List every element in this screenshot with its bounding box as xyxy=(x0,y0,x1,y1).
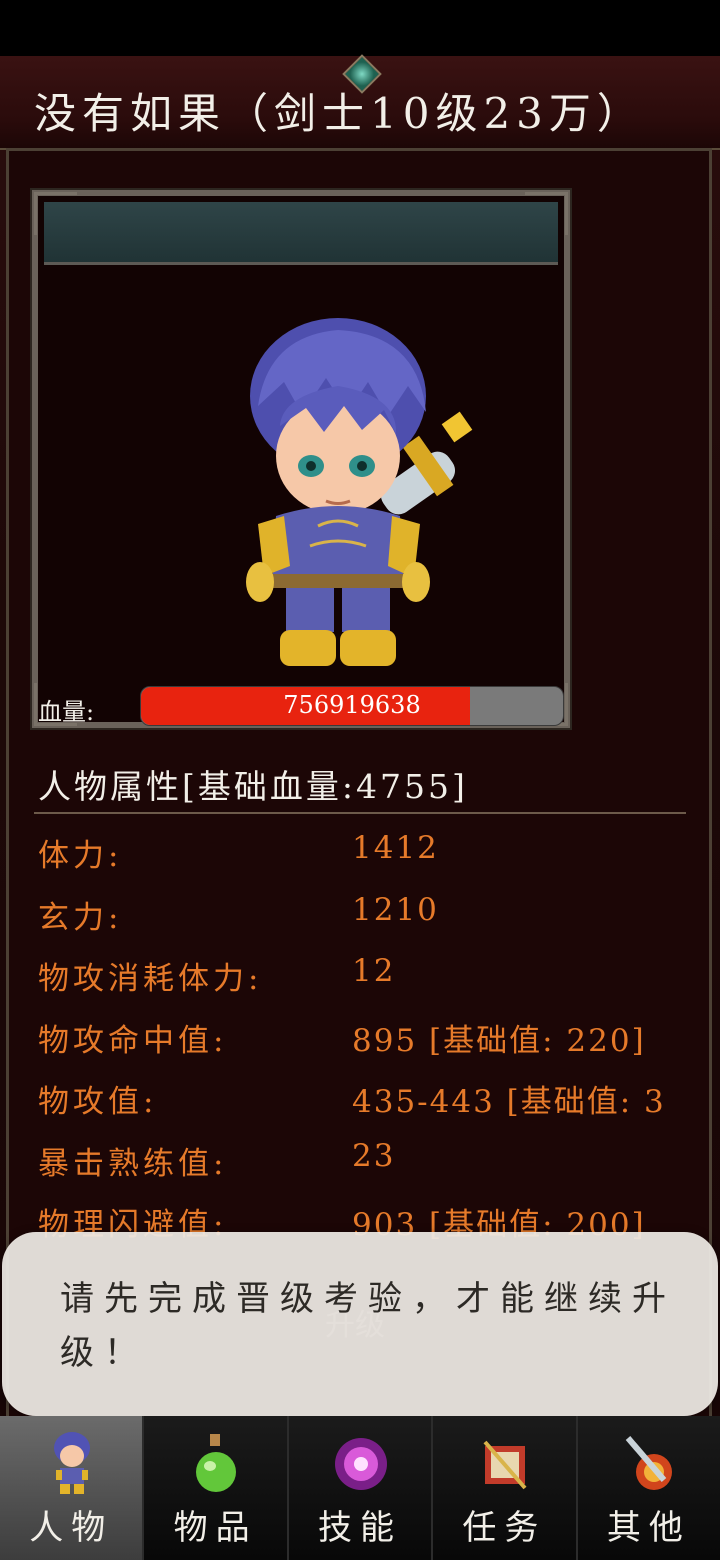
skill-orb-icon xyxy=(334,1438,387,1490)
tab-skills[interactable]: 技能 xyxy=(288,1416,434,1560)
tab-other[interactable]: 其他 xyxy=(577,1416,720,1560)
attribute-name: 物攻值: xyxy=(38,1084,158,1120)
attributes-divider xyxy=(34,812,686,814)
attribute-name: 玄力: xyxy=(38,899,123,936)
game-screen: 没有如果（剑士10级23万） 血量: 756919638 人物属性[基础血量:4… xyxy=(0,0,720,1560)
attribute-row: 暴击熟练值: 23 xyxy=(38,1134,688,1196)
attribute-row: 体力: 1412 xyxy=(38,826,688,888)
attribute-value: 1412 xyxy=(352,830,439,866)
attribute-name: 物攻消耗体力: xyxy=(38,961,263,997)
attributes-header: 人物属性[基础血量:4755] xyxy=(38,767,468,806)
attribute-row: 物攻消耗体力: 12 xyxy=(38,949,688,1011)
swordsman-character-sprite xyxy=(246,318,473,666)
attribute-name: 体力: xyxy=(38,838,123,874)
attribute-row: 物攻命中值: 895 [基础值: 220] xyxy=(38,1011,688,1073)
tab-items[interactable]: 物品 xyxy=(144,1416,289,1560)
tab-label: 人物 xyxy=(29,1508,114,1548)
quest-scroll-icon xyxy=(483,1440,527,1490)
attribute-name: 物攻命中值: xyxy=(38,1022,228,1059)
attribute-row: 物攻值: 435-443 [基础值: 3 xyxy=(38,1072,688,1134)
tab-character[interactable]: 人物 xyxy=(0,1416,145,1560)
tab-label: 技能 xyxy=(318,1508,403,1548)
potion-icon xyxy=(196,1434,237,1492)
attribute-value: 12 xyxy=(352,953,396,989)
tab-label: 物品 xyxy=(173,1508,258,1548)
status-bar xyxy=(0,0,720,56)
attribute-value: 895 [基础值: 220] xyxy=(352,1022,646,1059)
character-icon xyxy=(54,1432,90,1494)
hp-bar: 756919638 xyxy=(140,686,564,726)
character-title: 没有如果（剑士10级23万） xyxy=(34,89,645,138)
attribute-value: 435-443 [基础值: 3 xyxy=(352,1084,666,1120)
frame-corner-ornament xyxy=(34,192,77,235)
tab-quests[interactable]: 任务 xyxy=(433,1416,578,1560)
frame-corner-ornament xyxy=(525,192,568,235)
attribute-value: 1210 xyxy=(352,891,439,928)
attribute-name: 暴击熟练值: xyxy=(38,1145,228,1182)
toast-text: 请先完成晋级考验，才能继续升级！ xyxy=(60,1279,676,1373)
sword-shield-icon xyxy=(625,1436,672,1490)
hp-value: 756919638 xyxy=(283,691,421,719)
bottom-tab-bar: 人物 物品 技能 任务 其他 xyxy=(0,1416,720,1560)
tab-label: 任务 xyxy=(462,1508,547,1548)
tab-label: 其他 xyxy=(606,1508,691,1548)
attributes-list[interactable]: 体力: 1412 玄力: 1210 物攻消耗体力: 12 物攻命中值: 895 … xyxy=(38,826,688,1246)
hp-row: 血量: 756919638 xyxy=(38,686,566,726)
portrait-header-plate xyxy=(44,202,558,265)
character-portrait-frame xyxy=(30,188,572,730)
hp-label: 血量: xyxy=(38,698,95,726)
toast-message: 请先完成晋级考验，才能继续升级！ xyxy=(2,1232,718,1416)
attribute-value: 23 xyxy=(352,1137,396,1174)
attribute-row: 玄力: 1210 xyxy=(38,888,688,950)
